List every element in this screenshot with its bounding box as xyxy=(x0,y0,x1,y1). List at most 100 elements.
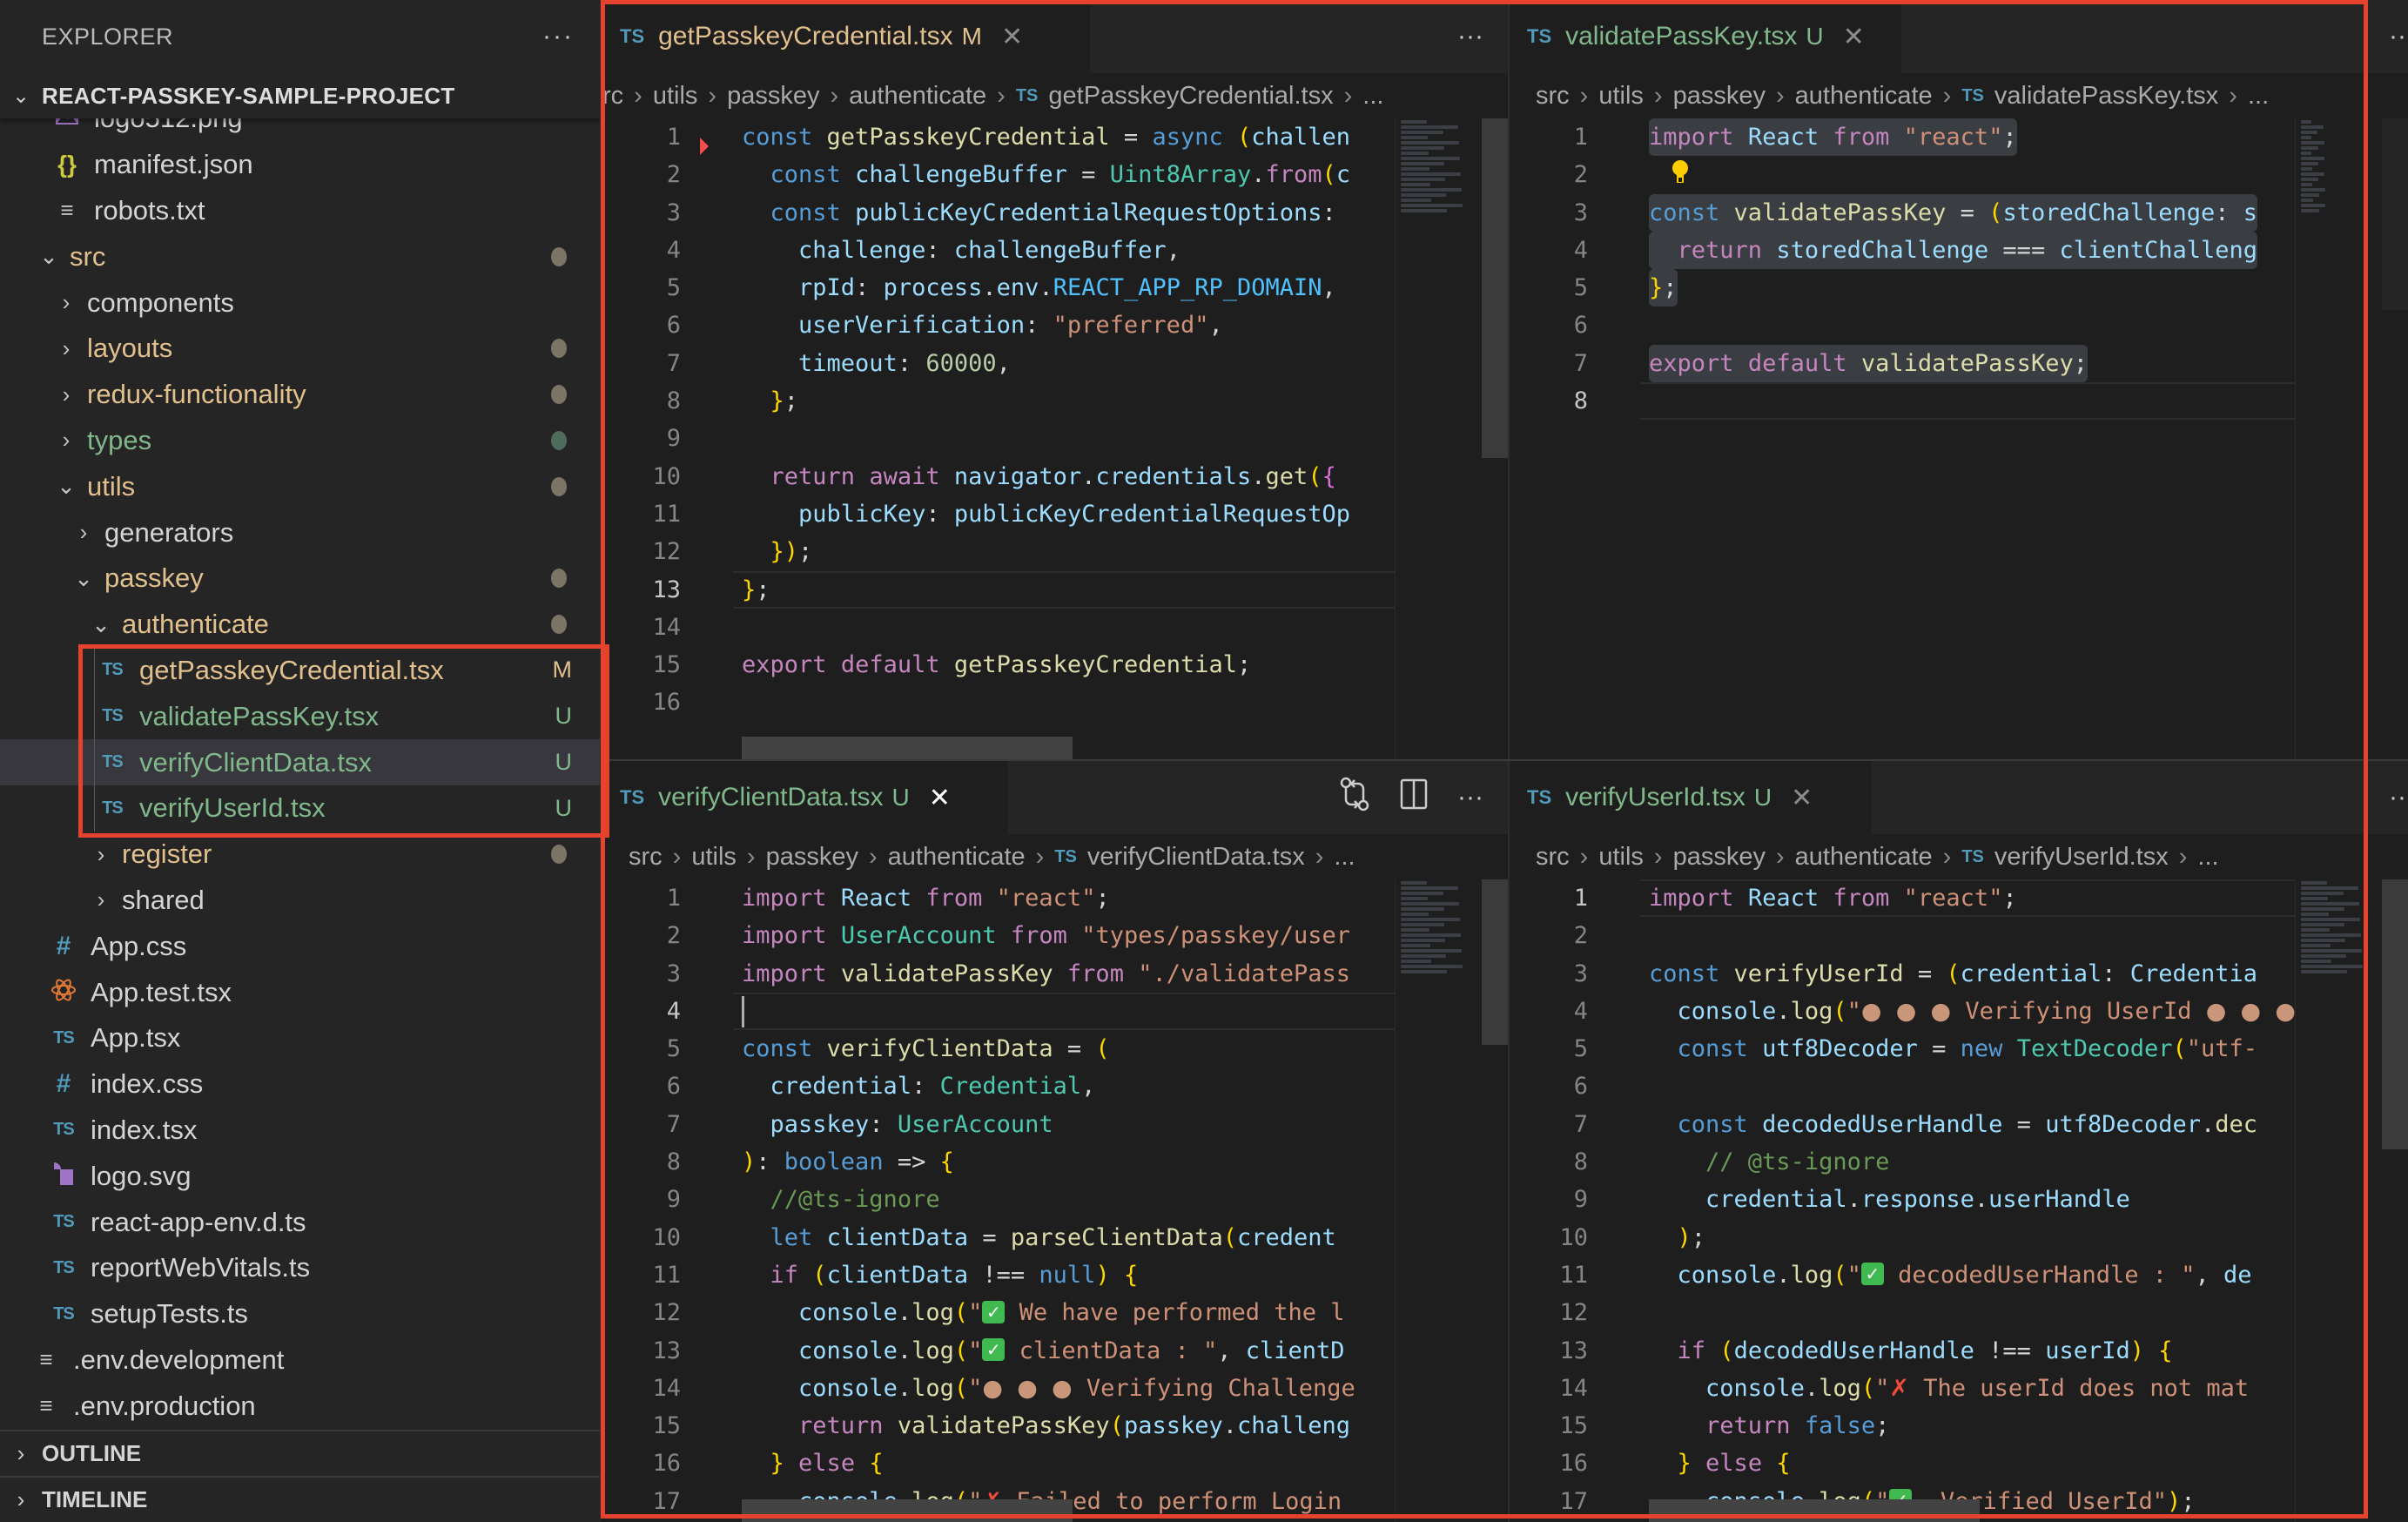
code-line[interactable]: 10 ); xyxy=(1510,1219,2295,1256)
more-actions-icon[interactable]: ··· xyxy=(2389,783,2408,812)
tab-verifyUserId[interactable]: TS verifyUserId.tsx U ✕ xyxy=(1510,761,1872,834)
code-line[interactable]: 4 xyxy=(602,992,1395,1031)
tree-folder-utils[interactable]: ⌄ utils xyxy=(0,463,600,509)
vertical-scrollbar[interactable] xyxy=(2382,879,2408,1149)
breadcrumb-item[interactable]: passkey xyxy=(1673,843,1766,872)
code-line[interactable]: 8 // @ts-ignore xyxy=(1510,1143,2295,1181)
code-line[interactable]: 3 const verifyUserId = (credential: Crede… xyxy=(1510,955,2295,993)
code-line[interactable]: 11 if (clientData !== null) { xyxy=(602,1256,1395,1294)
tree-file-setupTests[interactable]: TS setupTests.ts xyxy=(0,1291,600,1337)
breadcrumb-item[interactable]: authenticate xyxy=(888,843,1026,872)
code-line[interactable]: 7 timeout: 60000, xyxy=(602,345,1395,382)
tree-file-verifyUserId[interactable]: TS verifyUserId.tsx U xyxy=(0,785,600,832)
tree-item-manifest[interactable]: {} manifest.json xyxy=(0,142,600,188)
code-editor[interactable]: 1 import React from "react"; 2 import UserA… xyxy=(602,879,1395,1522)
breadcrumb-item[interactable]: utils xyxy=(653,82,698,111)
lightbulb-icon[interactable] xyxy=(1671,159,1690,185)
code-line[interactable]: 15 export default getPasskeyCredential; xyxy=(602,646,1395,684)
horizontal-scrollbar[interactable] xyxy=(742,737,1073,759)
breadcrumb-item[interactable]: src xyxy=(1536,82,1570,111)
code-line[interactable]: 10 return await navigator.credentials.ge… xyxy=(602,458,1395,495)
code-line[interactable]: 11 publicKey: publicKeyCredentialRequest… xyxy=(602,495,1395,533)
code-line[interactable]: 8): boolean => { xyxy=(602,1143,1395,1181)
breadcrumb-item[interactable]: ... xyxy=(2248,82,2269,111)
code-line[interactable]: 1 import React from "react"; xyxy=(1510,879,2295,918)
tree-file-index-css[interactable]: # index.css xyxy=(0,1061,600,1108)
breadcrumb-item[interactable]: verifyClientData.tsx xyxy=(1087,843,1305,872)
tree-file-index-tsx[interactable]: TS index.tsx xyxy=(0,1108,600,1154)
code-line[interactable]: 5 const verifyClientData = ( xyxy=(602,1030,1395,1067)
vertical-scrollbar[interactable] xyxy=(1482,879,1508,1045)
tree-folder-shared[interactable]: › shared xyxy=(0,878,600,924)
tree-file-env-production[interactable]: ≡ .env.production xyxy=(0,1383,600,1428)
compare-changes-icon[interactable] xyxy=(1339,777,1370,818)
split-editor-icon[interactable] xyxy=(1400,778,1428,817)
git-deleted-marker-icon[interactable] xyxy=(700,138,709,155)
code-line[interactable]: 1 import React from "react"; xyxy=(602,879,1395,917)
tree-folder-types[interactable]: › types xyxy=(0,418,600,464)
code-line[interactable]: 2 xyxy=(1510,156,2295,193)
tab-verifyClientData[interactable]: TS verifyClientData.tsx U ✕ xyxy=(602,761,1008,834)
code-line[interactable]: 8 }; xyxy=(602,382,1395,420)
code-line[interactable]: 13 console.log(" ✓ clientData : ", client… xyxy=(602,1332,1395,1370)
breadcrumb-item[interactable]: utils xyxy=(1598,843,1644,872)
code-line[interactable]: 6 credential: Credential, xyxy=(602,1067,1395,1105)
tree-folder-authenticate[interactable]: ⌄ authenticate xyxy=(0,602,600,648)
code-editor[interactable]: 1 const getPasskeyCredential = async (cha… xyxy=(602,118,1395,759)
breadcrumb-item[interactable]: verifyUserId.tsx xyxy=(1994,843,2169,872)
code-line[interactable]: 9 xyxy=(602,420,1395,457)
code-line[interactable]: 4 challenge: challengeBuffer, xyxy=(602,232,1395,269)
code-line[interactable]: 6 xyxy=(1510,306,2295,344)
tree-file-App-test[interactable]: App.test.tsx xyxy=(0,969,600,1015)
tree-folder-passkey[interactable]: ⌄ passkey xyxy=(0,556,600,602)
tree-file-env-development[interactable]: ≡ .env.development xyxy=(0,1337,600,1384)
tree-file-react-app-env[interactable]: TS react-app-env.d.ts xyxy=(0,1199,600,1245)
tree-file-App-tsx[interactable]: TS App.tsx xyxy=(0,1015,600,1061)
tree-folder-register[interactable]: › register xyxy=(0,832,600,878)
code-line[interactable]: 8 xyxy=(1510,382,2295,421)
tree-file-getPasskeyCredential[interactable]: TS getPasskeyCredential.tsx M xyxy=(0,647,600,694)
code-line[interactable]: 3 import validatePassKey from "./validate… xyxy=(602,955,1395,993)
code-line[interactable]: 5 rpId: process.env.REACT_APP_RP_DOMAIN, xyxy=(602,269,1395,306)
code-line[interactable]: 5 const utf8Decoder = new TextDecoder("u… xyxy=(1510,1030,2295,1067)
code-line[interactable]: 6 xyxy=(1510,1067,2295,1105)
tab-validatePassKey[interactable]: TS validatePassKey.tsx U ✕ xyxy=(1510,0,1901,73)
timeline-section-header[interactable]: › TIMELINE xyxy=(0,1476,600,1521)
breadcrumb-item[interactable]: passkey xyxy=(766,843,858,872)
minimap[interactable] xyxy=(2295,118,2330,759)
code-line[interactable]: 12 console.log(" ✓ We have performed the … xyxy=(602,1294,1395,1331)
tree-item-robots[interactable]: ≡ robots.txt xyxy=(0,188,600,234)
code-line[interactable]: 9 //@ts-ignore xyxy=(602,1181,1395,1218)
code-line[interactable]: 14 console.log("● ● ● Verifying Challeng… xyxy=(602,1370,1395,1407)
minimap[interactable] xyxy=(2295,879,2382,1522)
explorer-more-icon[interactable]: ··· xyxy=(542,22,574,51)
code-line[interactable]: 2 xyxy=(1510,917,2295,954)
horizontal-scrollbar[interactable] xyxy=(1649,1499,1980,1522)
tree-file-validatePassKey[interactable]: TS validatePassKey.tsx U xyxy=(0,693,600,740)
code-line[interactable]: 12 }); xyxy=(602,533,1395,570)
code-line[interactable]: 3 const validatePassKey = (storedChalleng… xyxy=(1510,193,2295,232)
code-line[interactable]: 12 xyxy=(1510,1294,2295,1331)
close-icon[interactable]: ✕ xyxy=(1791,783,1813,813)
code-line[interactable]: 7 passkey: UserAccount xyxy=(602,1106,1395,1143)
code-editor[interactable]: 1 import React from "react"; 2 3 const verif… xyxy=(1510,879,2296,1522)
tree-file-verifyClientData[interactable]: TS verifyClientData.tsx U xyxy=(0,739,600,785)
more-actions-icon[interactable]: ··· xyxy=(1457,22,1483,51)
minimap[interactable] xyxy=(1395,118,1482,759)
code-line[interactable]: 6 userVerification: "preferred", xyxy=(602,306,1395,344)
outline-section-header[interactable]: › OUTLINE xyxy=(0,1430,600,1475)
code-line[interactable]: 15 return false; xyxy=(1510,1407,2295,1445)
tree-folder-redux-functionality[interactable]: › redux-functionality xyxy=(0,372,600,418)
code-line[interactable]: 2 const challengeBuffer = Uint8Array.fro… xyxy=(602,156,1395,193)
breadcrumb-item[interactable]: rc xyxy=(602,82,623,111)
code-line[interactable]: 14 console.log("✗ The userId does not ma… xyxy=(1510,1370,2295,1407)
project-folder-header[interactable]: ⌄ REACT-PASSKEY-SAMPLE-PROJECT xyxy=(0,73,600,118)
code-line[interactable]: 16 } else { xyxy=(602,1445,1395,1482)
code-line[interactable]: 16 } else { xyxy=(1510,1445,2295,1482)
code-line[interactable]: 4 return storedChallenge === clientChall… xyxy=(1510,231,2295,270)
close-icon[interactable]: ✕ xyxy=(1843,22,1865,52)
breadcrumb-item[interactable]: getPasskeyCredential.tsx xyxy=(1048,82,1333,111)
code-line[interactable]: 14 xyxy=(602,609,1395,646)
breadcrumb-item[interactable]: ... xyxy=(1334,843,1355,872)
vertical-scrollbar[interactable] xyxy=(1482,118,1508,458)
